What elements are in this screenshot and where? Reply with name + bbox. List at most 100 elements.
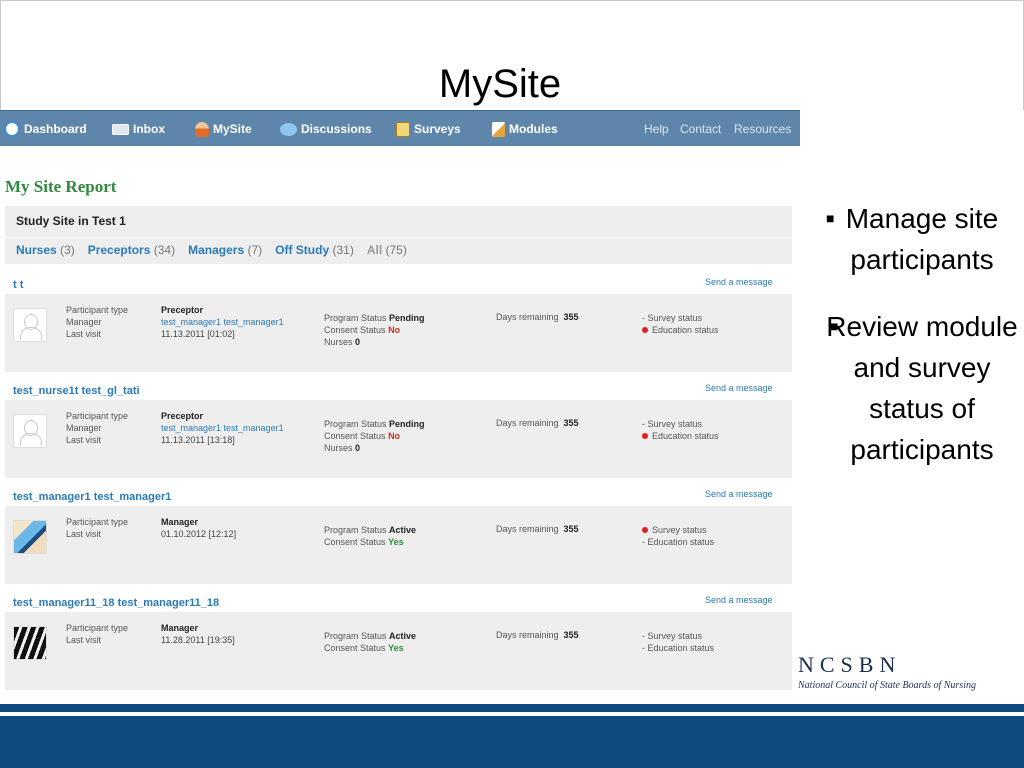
avatar-placeholder-icon (13, 414, 47, 448)
label-manager: Manager (66, 423, 102, 433)
education-status: Education status (647, 537, 715, 547)
divider (5, 237, 792, 238)
nurses-count: 0 (355, 443, 361, 453)
bullet-item: ■ Review module and survey status of par… (820, 306, 1024, 470)
report-title: My Site Report (5, 177, 117, 196)
envelope-icon (112, 123, 129, 135)
alert-dot-icon (642, 433, 648, 439)
site-header: Study Site in Test 1 Nurses (3) Precepto… (5, 206, 792, 264)
consent-status-value: Yes (388, 643, 404, 653)
participant-type-value: Preceptor (161, 411, 204, 421)
education-status: Education status (652, 431, 719, 441)
label-last-visit: Last visit (66, 435, 102, 445)
participant-field-labels: Participant type Manager Last visit (66, 410, 128, 446)
filter-label: All (366, 243, 383, 257)
label-days-remaining: Days remaining (496, 418, 559, 428)
user-icon (195, 121, 209, 137)
nav-modules-label: Modules (509, 122, 558, 136)
nav-discussions-label: Discussions (301, 122, 372, 136)
filter-preceptors[interactable]: Preceptors (34) (88, 243, 175, 257)
send-message-link[interactable]: Send a message (705, 489, 773, 499)
participant-name-link[interactable]: test_manager11_18 test_manager11_18 (13, 597, 219, 609)
participant-type-value: Preceptor (161, 305, 204, 315)
participant-type-value: Manager (161, 623, 199, 633)
nav-link-help[interactable]: Help (644, 111, 669, 147)
survey-status: Survey status (647, 631, 703, 641)
label-nurses: Nurses (324, 443, 353, 453)
label-consent-status: Consent Status (324, 325, 386, 335)
manager-link[interactable]: test_manager1 test_manager1 (161, 422, 284, 434)
avatar-placeholder-icon (13, 308, 47, 342)
days-remaining-value: 355 (563, 524, 579, 534)
program-status-block: Program Status Pending Consent Status No… (324, 312, 425, 348)
participant-field-labels: Participant type Last visit (66, 516, 128, 540)
participant-name-link[interactable]: test_manager1 test_manager1 (13, 491, 171, 503)
survey-status: Survey status (647, 313, 703, 323)
label-last-visit: Last visit (66, 635, 102, 645)
filter-off-study[interactable]: Off Study (31) (275, 243, 354, 257)
nav-modules[interactable]: Modules (492, 111, 558, 147)
send-message-link[interactable]: Send a message (705, 277, 773, 287)
filter-nurses[interactable]: Nurses (3) (16, 243, 75, 257)
square-bullet-icon: ■ (826, 210, 835, 226)
program-status-value: Active (389, 631, 417, 641)
filter-label: Preceptors (87, 243, 151, 257)
label-consent-status: Consent Status (324, 431, 386, 441)
consent-status-value: No (388, 431, 401, 441)
days-remaining: Days remaining 355 (496, 418, 579, 428)
chat-bubbles-icon (280, 122, 297, 136)
nurses-count: 0 (355, 337, 361, 347)
nav-inbox-label: Inbox (133, 122, 165, 136)
days-remaining: Days remaining 355 (496, 630, 579, 640)
filter-count: (3) (60, 243, 75, 257)
last-visit-value: 11.13.2011 [13:18] (161, 435, 235, 445)
participant-field-labels: Participant type Last visit (66, 622, 128, 646)
logo-wordmark: NCSBN (798, 652, 902, 677)
program-status-block: Program Status Active Consent Status Yes (324, 630, 416, 654)
nav-link-resources[interactable]: Resources (734, 111, 791, 147)
filter-label: Nurses (16, 243, 57, 257)
program-status-value: Pending (389, 419, 425, 429)
last-visit-value: 01.10.2012 [12:12] (161, 529, 237, 539)
nav-link-contact[interactable]: Contact (680, 111, 721, 147)
filter-all[interactable]: All (75) (367, 243, 407, 257)
label-participant-type: Participant type (66, 623, 129, 633)
label-days-remaining: Days remaining (496, 524, 559, 534)
days-remaining-value: 355 (563, 312, 579, 322)
nav-discussions[interactable]: Discussions (280, 111, 372, 147)
participant-card: Participant type Last visit Manager 01.1… (5, 506, 792, 584)
filter-label: Off Study (275, 243, 330, 257)
bullet-item: ■ Manage site participants (820, 198, 1024, 280)
label-days-remaining: Days remaining (496, 630, 559, 640)
education-status: Education status (647, 643, 715, 653)
program-status-value: Active (389, 525, 417, 535)
days-remaining: Days remaining 355 (496, 524, 579, 534)
filter-managers[interactable]: Managers (7) (188, 243, 262, 257)
days-remaining: Days remaining 355 (496, 312, 579, 322)
nav-dashboard-label: Dashboard (24, 122, 87, 136)
participant-name-link[interactable]: t t (13, 279, 23, 291)
label-consent-status: Consent Status (324, 643, 386, 653)
participant-field-values: Manager 01.10.2012 [12:12] (161, 516, 236, 540)
program-status-block: Program Status Active Consent Status Yes (324, 524, 416, 548)
clipboard-icon (396, 121, 410, 137)
nav-mysite[interactable]: MySite (195, 111, 252, 147)
label-manager: Manager (66, 317, 102, 327)
slide: MySite Dashboard Inbox MySite Discussion… (0, 0, 1024, 768)
module-status-block: - Survey status Education status (642, 419, 719, 441)
square-bullet-icon: ■ (830, 318, 839, 334)
manager-link[interactable]: test_manager1 test_manager1 (161, 316, 284, 328)
nav-inbox[interactable]: Inbox (112, 111, 165, 147)
survey-status: Survey status (647, 419, 703, 429)
filter-count: (75) (385, 243, 407, 257)
send-message-link[interactable]: Send a message (705, 383, 773, 393)
label-last-visit: Last visit (66, 329, 102, 339)
participant-name-link[interactable]: test_nurse1t test_gl_tati (13, 385, 140, 397)
avatar-piano-keys-image (13, 626, 47, 660)
nav-dashboard[interactable]: Dashboard (4, 111, 87, 147)
send-message-link[interactable]: Send a message (705, 595, 773, 605)
label-nurses: Nurses (324, 337, 353, 347)
avatar-butterfly-image (13, 520, 47, 554)
nav-surveys[interactable]: Surveys (396, 111, 461, 147)
consent-status-value: Yes (388, 537, 404, 547)
